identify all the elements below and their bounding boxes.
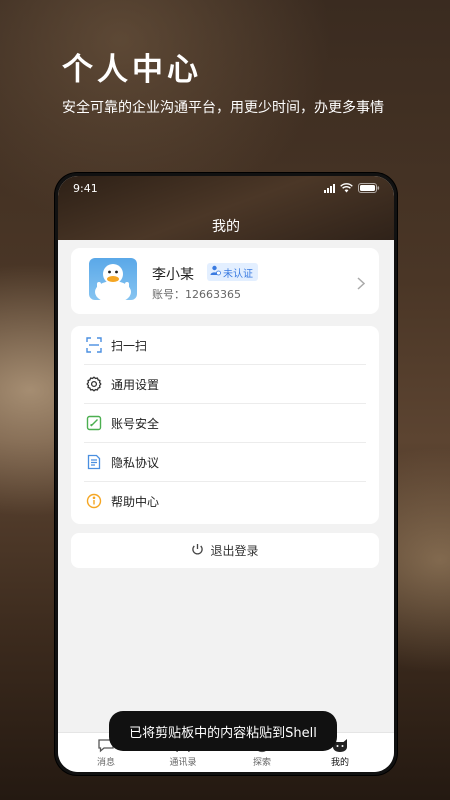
status-icons [324, 183, 380, 193]
menu-item-label: 通用设置 [111, 378, 160, 392]
menu-item-settings[interactable]: 通用设置 [71, 365, 379, 404]
tab-label: 通讯录 [169, 758, 197, 768]
power-icon [191, 543, 204, 559]
account-label: 账号： [152, 288, 185, 301]
menu-item-privacy[interactable]: 隐私协议 [71, 443, 379, 482]
menu-card: 扫一扫 通用设置 账号安全 隐私协议 帮助中心 [71, 326, 379, 524]
menu-item-help[interactable]: 帮助中心 [71, 482, 379, 521]
menu-item-account-security[interactable]: 账号安全 [71, 404, 379, 443]
account-line: 账号：12663365 [152, 286, 241, 302]
user-verify-icon [210, 265, 221, 279]
phone-screen: 9:41 我的 李小某 未认证 账号：12663365 扫一扫 通用设置 账号安… [58, 176, 394, 772]
chevron-right-icon [357, 275, 366, 294]
status-time: 9:41 [73, 182, 98, 195]
promo-title: 个人中心 [62, 52, 202, 88]
battery-icon [358, 183, 380, 193]
page-title: 我的 [212, 219, 240, 235]
menu-item-scan[interactable]: 扫一扫 [71, 326, 379, 365]
gear-icon [86, 376, 102, 392]
edit-icon [86, 415, 102, 431]
logout-label: 退出登录 [210, 544, 259, 558]
promo-subtitle: 安全可靠的企业沟通平台，用更少时间，办更多事情 [62, 100, 384, 116]
menu-item-label: 隐私协议 [111, 456, 160, 470]
menu-item-label: 帮助中心 [111, 495, 160, 509]
scan-icon [86, 337, 102, 353]
logout-content: 退出登录 [71, 533, 379, 568]
tab-label: 探索 [252, 758, 271, 768]
user-name: 李小某 [152, 267, 194, 283]
certification-badge[interactable]: 未认证 [207, 263, 258, 281]
document-icon [86, 454, 102, 470]
certification-label: 未认证 [223, 268, 253, 280]
status-bar: 9:41 [58, 176, 394, 200]
profile-card[interactable]: 李小某 未认证 账号：12663365 [71, 248, 379, 314]
clipboard-toast: 已将剪贴板中的内容粘贴到Shell [109, 711, 337, 751]
wifi-icon [340, 183, 353, 193]
info-icon [86, 493, 102, 509]
account-number: 12663365 [185, 288, 241, 301]
signal-icon [324, 183, 335, 193]
logout-button[interactable]: 退出登录 [71, 533, 379, 568]
tab-label: 消息 [96, 758, 115, 768]
phone-frame: 9:41 我的 李小某 未认证 账号：12663365 扫一扫 通用设置 账号安… [55, 173, 397, 775]
tab-label: 我的 [330, 758, 349, 768]
menu-item-label: 账号安全 [111, 417, 160, 431]
menu-item-label: 扫一扫 [111, 339, 148, 353]
avatar[interactable] [89, 258, 137, 300]
